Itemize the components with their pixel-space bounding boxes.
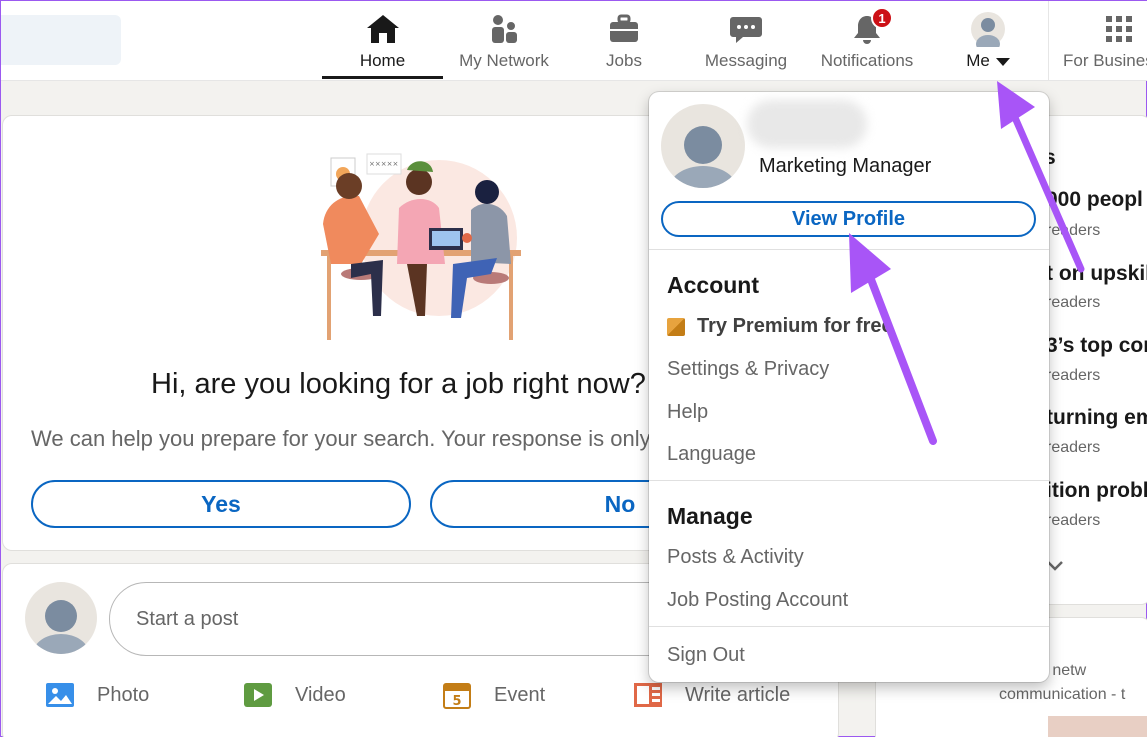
menu-divider <box>649 249 1049 250</box>
job-posting-account-link[interactable]: Job Posting Account <box>667 589 848 612</box>
notification-badge: 1 <box>871 7 893 29</box>
calendar-day-number: 5 <box>452 694 461 709</box>
news-item-meta: readers <box>1046 512 1101 529</box>
nav-for-business-label: For Business <box>1063 51 1147 70</box>
photo-icon <box>45 682 75 708</box>
top-navbar: Home My Network Jobs Messaging 1 Notific… <box>1 1 1147 81</box>
write-article-button[interactable]: Write article <box>633 682 790 708</box>
home-icon <box>365 11 401 47</box>
job-search-prompt-card: ××××× Hi, are you looking for a job righ… <box>2 115 810 551</box>
view-profile-button[interactable]: View Profile <box>661 201 1036 237</box>
nav-me-label: Me <box>966 51 990 70</box>
article-icon <box>633 682 663 708</box>
video-icon <box>243 682 273 708</box>
news-item-title[interactable]: t on upskil <box>1046 262 1147 286</box>
photo-label: Photo <box>97 683 150 706</box>
nav-me-label-wrap: Me <box>966 51 1010 71</box>
briefcase-icon <box>606 11 642 47</box>
ad-image <box>1048 716 1147 737</box>
news-item-title[interactable]: turning em <box>1046 406 1147 430</box>
nav-notifications[interactable]: 1 Notifications <box>813 1 921 81</box>
video-label: Video <box>295 683 346 706</box>
news-item-meta: readers <box>1046 439 1101 456</box>
manage-heading: Manage <box>667 503 753 529</box>
svg-text:×××××: ××××× <box>369 160 398 168</box>
people-working-illustration: ××××× <box>321 153 521 340</box>
nav-notifications-label: Notifications <box>820 51 914 70</box>
premium-icon <box>667 317 685 336</box>
nav-divider <box>1048 1 1049 81</box>
blurred-profile-name <box>747 100 867 148</box>
help-link[interactable]: Help <box>667 401 708 424</box>
news-item-title[interactable]: 3’s top com <box>1046 334 1147 358</box>
video-button[interactable]: Video <box>243 682 346 708</box>
account-heading: Account <box>667 272 759 298</box>
event-button[interactable]: 5 Event <box>442 682 546 709</box>
nav-me[interactable]: Me <box>956 1 1020 81</box>
job-prompt-heading: Hi, are you looking for a job right now? <box>151 368 646 400</box>
nav-messaging-label: Messaging <box>704 51 788 70</box>
calendar-icon: 5 <box>442 682 472 709</box>
nav-home-label: Home <box>359 51 406 70</box>
news-item-title[interactable]: 000 peopl <box>1046 188 1143 212</box>
news-item-meta: readers <box>1046 222 1101 239</box>
news-item-meta: readers <box>1046 367 1101 384</box>
nav-for-business[interactable]: For Business <box>1063 1 1147 81</box>
nav-jobs-label: Jobs <box>606 51 642 70</box>
news-item-title[interactable]: ition probl <box>1046 479 1147 503</box>
try-premium-link[interactable]: Try Premium for free <box>667 315 893 338</box>
menu-divider <box>649 626 1049 627</box>
try-premium-label: Try Premium for free <box>697 315 893 337</box>
nav-my-network[interactable]: My Network <box>448 1 560 81</box>
nav-messaging[interactable]: Messaging <box>700 1 792 81</box>
nav-jobs[interactable]: Jobs <box>591 1 657 81</box>
write-article-label: Write article <box>685 683 791 706</box>
news-item-meta: readers <box>1046 294 1101 311</box>
photo-button[interactable]: Photo <box>45 682 149 708</box>
language-link[interactable]: Language <box>667 443 756 466</box>
event-label: Event <box>494 683 546 706</box>
search-bar[interactable] <box>1 15 121 65</box>
nav-my-network-label: My Network <box>459 51 549 70</box>
profile-headline: Marketing Manager <box>759 155 932 177</box>
avatar-icon <box>970 11 1006 47</box>
chevron-down-icon <box>995 57 1010 66</box>
yes-button[interactable]: Yes <box>31 480 411 528</box>
nav-home[interactable]: Home <box>322 1 443 79</box>
grid-icon <box>1101 11 1137 47</box>
sign-out-link[interactable]: Sign Out <box>667 644 745 667</box>
menu-divider <box>649 480 1049 481</box>
start-post-placeholder: Start a post <box>136 607 239 630</box>
profile-avatar[interactable] <box>661 104 745 188</box>
settings-privacy-link[interactable]: Settings & Privacy <box>667 358 829 381</box>
me-dropdown-menu: Marketing Manager View Profile Account T… <box>649 92 1049 682</box>
network-icon <box>486 11 522 47</box>
ad-text-line: communication - t <box>999 686 1126 703</box>
user-avatar[interactable] <box>25 582 97 654</box>
chat-icon <box>728 11 764 47</box>
posts-activity-link[interactable]: Posts & Activity <box>667 546 804 569</box>
